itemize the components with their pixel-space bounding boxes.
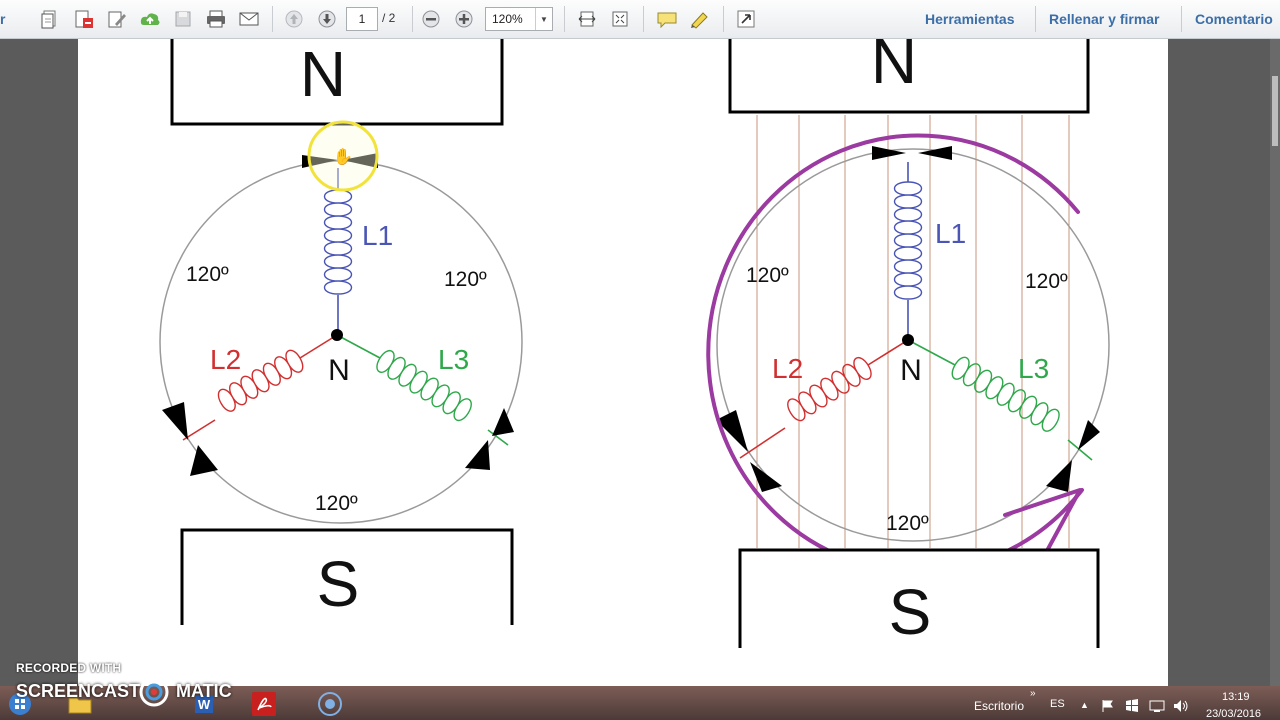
action-center-flag-icon[interactable] (1100, 698, 1116, 714)
angle-label-left: 120º (746, 264, 789, 287)
pdf-page: N ✋ L1 L2 L3 N 120º 120º 120º S N L1 L2 … (78, 25, 1168, 686)
edit-icon[interactable] (105, 7, 129, 31)
north-pole-label: N (871, 39, 917, 97)
scrollbar-thumb[interactable] (1272, 76, 1278, 146)
label-l2: L2 (210, 344, 241, 375)
terminal-l2 (162, 402, 218, 476)
label-neutral: N (900, 354, 922, 387)
print-icon[interactable] (204, 7, 228, 31)
north-pole-label: N (300, 39, 346, 110)
label-l3: L3 (438, 344, 469, 375)
email-icon[interactable] (237, 7, 261, 31)
next-page-icon[interactable] (315, 7, 339, 31)
tools-menu[interactable]: Herramientas (925, 11, 1015, 27)
neutral-point (331, 329, 343, 341)
terminal-l3 (465, 408, 514, 470)
label-l1: L1 (935, 218, 966, 249)
acrobat-reader-icon[interactable] (244, 688, 284, 720)
comment-icon[interactable] (655, 7, 679, 31)
terminal-l3 (1046, 420, 1100, 492)
volume-icon[interactable] (1172, 698, 1190, 714)
highlight-icon[interactable] (688, 7, 712, 31)
watermark-matic: MATIC (176, 681, 232, 701)
angle-label-right: 120º (444, 268, 487, 291)
toolbar-separator (1035, 6, 1036, 32)
angle-label-left: 120º (186, 263, 229, 286)
label-l1: L1 (362, 220, 393, 251)
watermark-recorded-with: RECORDED WITH (16, 661, 122, 675)
previous-page-icon[interactable] (282, 7, 306, 31)
fit-width-icon[interactable] (575, 7, 599, 31)
upload-cloud-icon[interactable] (138, 7, 162, 31)
magnetic-field-lines (756, 115, 1070, 548)
south-pole-label: S (317, 548, 360, 620)
fit-page-icon[interactable] (608, 7, 632, 31)
motor-diagram: N ✋ L1 L2 L3 N 120º 120º 120º S N L1 L2 … (159, 25, 1110, 648)
zoom-level-select[interactable]: 120% ▼ (485, 7, 553, 31)
angle-label-bottom: 120º (886, 512, 929, 535)
toolbar-left-clipped-text: r (0, 11, 6, 27)
create-pdf-icon[interactable] (38, 7, 62, 31)
page-total-label: / 2 (382, 11, 396, 25)
south-pole-label: S (889, 576, 932, 648)
pdf-convert-icon[interactable] (72, 7, 96, 31)
neutral-point (902, 334, 914, 346)
zoom-out-icon[interactable] (419, 7, 443, 31)
label-l2: L2 (772, 353, 803, 384)
toolbar-separator (272, 6, 273, 32)
terminal-l1 (872, 146, 952, 160)
screencast-o-matic-logo-icon (139, 677, 169, 707)
right-diagram: N L1 L2 L3 N 120º 120º 120º S (706, 25, 1110, 648)
label-l3: L3 (1018, 353, 1049, 384)
chevron-expand-icon[interactable]: » (1030, 688, 1036, 699)
toolbar-separator (412, 6, 413, 32)
desktop-toolbar-label[interactable]: Escritorio (974, 699, 1024, 713)
windows-logo-icon[interactable] (1124, 698, 1140, 714)
watermark-screencast: SCREENCAST (16, 681, 141, 701)
language-indicator[interactable]: ES (1050, 698, 1065, 710)
left-diagram: N ✋ L1 L2 L3 N 120º 120º 120º S (159, 30, 523, 625)
toolbar-separator (564, 6, 565, 32)
fill-and-sign-menu[interactable]: Rellenar y firmar (1049, 11, 1160, 27)
page-number-input[interactable]: 1 (346, 7, 378, 31)
label-neutral: N (328, 354, 350, 387)
expand-icon[interactable] (734, 7, 758, 31)
comment-menu[interactable]: Comentario (1195, 11, 1273, 27)
screen-recorder-icon[interactable] (310, 688, 350, 720)
angle-label-bottom: 120º (315, 492, 358, 515)
zoom-in-icon[interactable] (452, 7, 476, 31)
document-viewport[interactable]: N ✋ L1 L2 L3 N 120º 120º 120º S N L1 L2 … (0, 25, 1280, 686)
coil-l1 (893, 181, 923, 300)
clock-date[interactable]: 23/03/2016 (1206, 708, 1261, 720)
angle-label-right: 120º (1025, 270, 1068, 293)
toolbar-separator (643, 6, 644, 32)
hand-cursor-icon: ✋ (333, 147, 353, 166)
chevron-down-icon[interactable]: ▼ (535, 8, 552, 30)
show-hidden-icons-icon[interactable]: ▲ (1080, 700, 1089, 710)
save-icon[interactable] (171, 7, 195, 31)
acrobat-toolbar: r 1 / 2 120% ▼ Herramientas Rellenar y f… (0, 0, 1280, 39)
toolbar-separator (1181, 6, 1182, 32)
zoom-level-value: 120% (492, 12, 523, 26)
coil-l1 (323, 189, 353, 295)
clock-time[interactable]: 13:19 (1222, 691, 1250, 703)
network-icon[interactable] (1148, 698, 1166, 714)
toolbar-separator (723, 6, 724, 32)
